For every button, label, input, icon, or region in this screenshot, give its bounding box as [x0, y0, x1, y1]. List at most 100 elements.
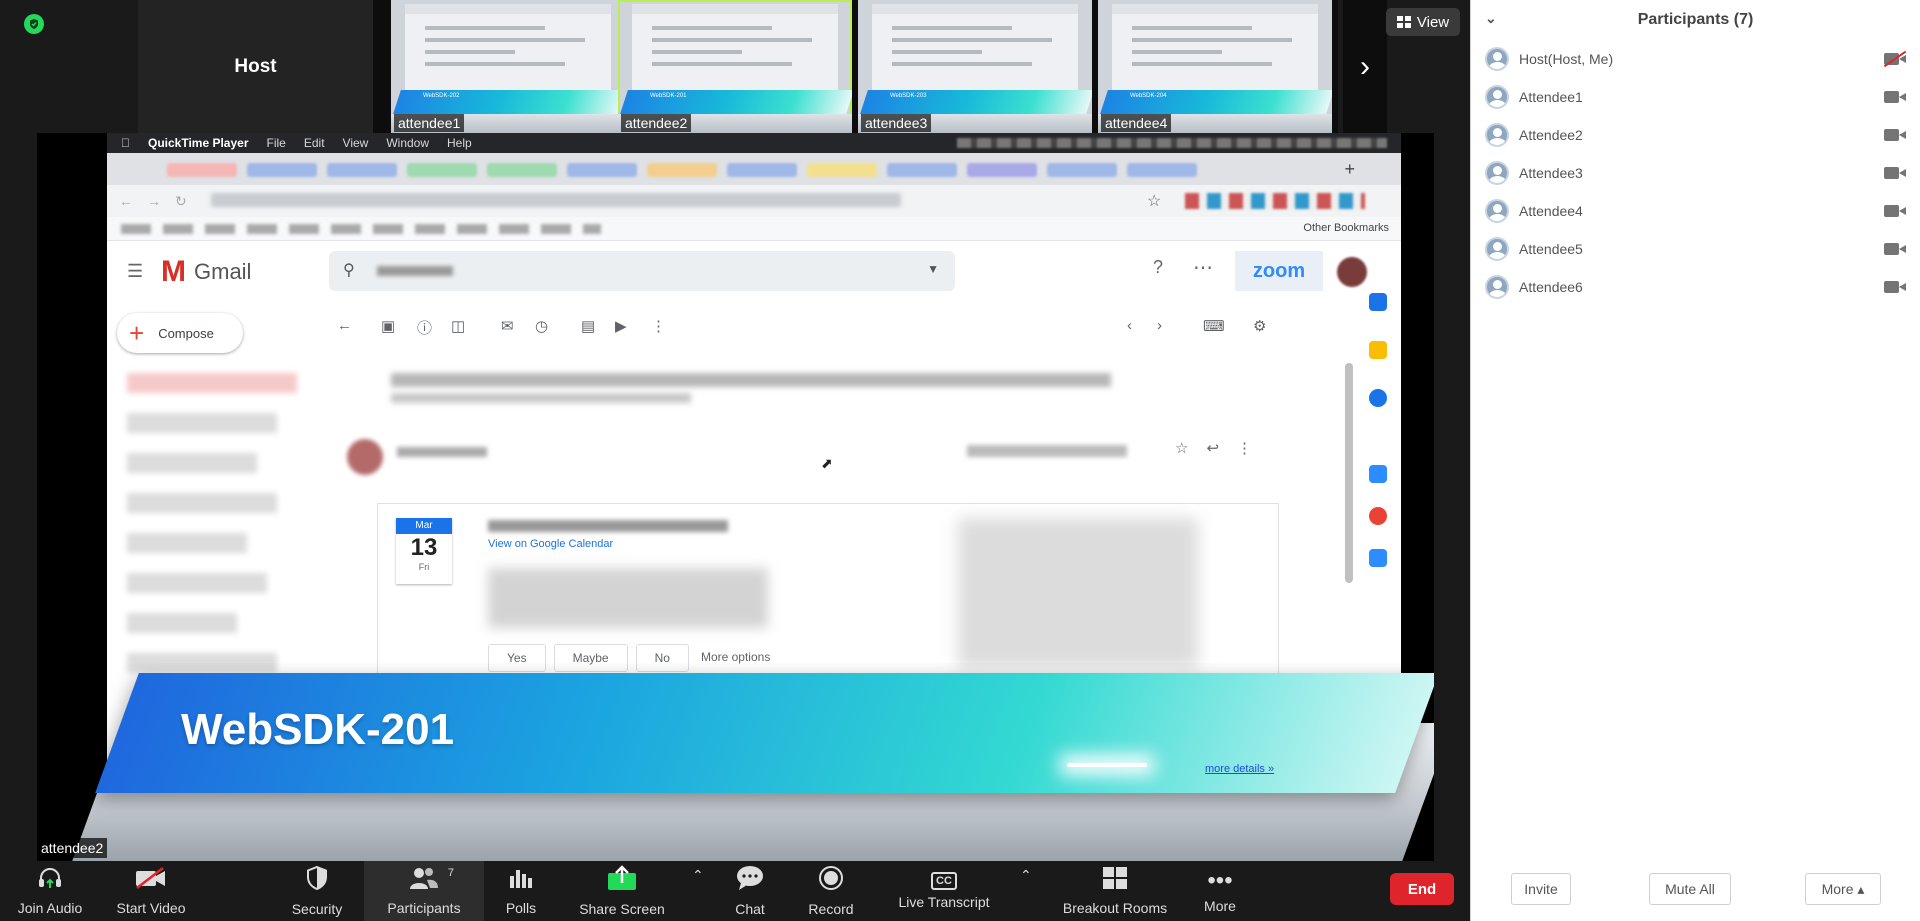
participant-name: Attendee6	[1519, 279, 1583, 295]
new-tab-plus-icon: +	[1344, 159, 1355, 179]
zoom2-addon-icon	[1369, 549, 1387, 567]
thumb-banner: WebSDK-202	[393, 90, 625, 114]
mac-menu-item: View	[333, 136, 369, 150]
url-blurred	[211, 193, 901, 207]
report-icon: ⓘ	[417, 320, 433, 337]
attendee-video-tile-active[interactable]: WebSDK-201 attendee2	[618, 0, 852, 133]
panel-more-button[interactable]: More ▴	[1805, 873, 1881, 905]
polls-bar-chart-icon	[508, 866, 534, 896]
back-arrow-icon: ←	[337, 317, 352, 334]
security-label: Security	[291, 901, 343, 917]
next-page-chevron-icon[interactable]: ›	[1343, 0, 1387, 133]
cal-day: 13	[410, 534, 438, 561]
participant-row[interactable]: Attendee3	[1471, 154, 1920, 192]
thumb-banner-text: WebSDK-202	[422, 93, 460, 99]
record-button[interactable]: Record	[806, 861, 856, 921]
end-meeting-button[interactable]: End	[1390, 873, 1454, 905]
participant-row[interactable]: Attendee5	[1471, 230, 1920, 268]
security-shield-icon	[305, 865, 329, 897]
chat-label: Chat	[735, 901, 765, 917]
share-screen-button[interactable]: Share Screen	[576, 861, 668, 921]
join-audio-button[interactable]: Join Audio	[12, 861, 88, 921]
participant-list: Host(Host, Me) Attendee1 Attendee2 Atten…	[1471, 40, 1920, 306]
move-icon: ▤	[581, 318, 596, 335]
settings-gear-icon: ⚙	[1253, 318, 1267, 335]
attendee-video-tile[interactable]: WebSDK-203 attendee3	[858, 0, 1092, 133]
archive-icon: ▣	[381, 318, 396, 335]
sender-blurred	[397, 447, 487, 457]
invite-details-blurred	[488, 568, 768, 628]
video-camera-icon	[1884, 128, 1906, 142]
collapse-chevron-icon[interactable]: ⌄	[1485, 10, 1497, 27]
browser-tabs: +	[107, 153, 1401, 185]
sender-avatar	[347, 439, 383, 475]
mark-unread-icon: ✉	[501, 318, 514, 335]
thumb-name-label: attendee2	[621, 114, 692, 132]
lower-third-banner: WebSDK-201 more details »	[37, 663, 1434, 861]
more-label: More	[1204, 898, 1236, 914]
share-options-caret-icon[interactable]: ⌃	[692, 867, 704, 884]
gmail-message-toolbar: ← ▣ ⓘ ◫ ✉ ◷ ▤ ▶ ⋮ ‹ › ⌨ ⚙	[337, 317, 1337, 341]
shared-screen:  QuickTime Player File Edit View Window…	[37, 133, 1434, 861]
participant-row[interactable]: Attendee1	[1471, 78, 1920, 116]
participant-row[interactable]: Attendee4	[1471, 192, 1920, 230]
record-label: Record	[808, 901, 854, 917]
host-video-tile[interactable]: Host	[138, 0, 373, 133]
live-transcript-label: Live Transcript	[898, 894, 990, 910]
subject-line2-blurred	[391, 393, 691, 403]
mac-app-name: QuickTime Player	[139, 136, 249, 150]
security-button[interactable]: Security	[284, 861, 350, 921]
start-video-button[interactable]: Start Video	[110, 861, 192, 921]
other-bookmarks: Other Bookmarks	[1303, 222, 1389, 234]
keep-addon-icon	[1369, 341, 1387, 359]
polls-button[interactable]: Polls	[498, 861, 544, 921]
chat-button[interactable]: Chat	[730, 861, 770, 921]
attendee-video-tile[interactable]: WebSDK-204 attendee4	[1098, 0, 1332, 133]
view-calendar-link: View on Google Calendar	[488, 538, 614, 550]
calendar-addon-icon	[1369, 293, 1387, 311]
video-off-icon	[134, 866, 168, 896]
panel-footer: Invite Mute All More ▴	[1471, 861, 1920, 921]
calendar-date-icon: Mar 13 Fri	[396, 518, 452, 584]
gmail-search: ⚲ ▼	[329, 251, 955, 291]
participant-row[interactable]: Host(Host, Me)	[1471, 40, 1920, 78]
avatar-icon	[1485, 275, 1509, 299]
panel-header: ⌄ Participants (7)	[1471, 0, 1920, 40]
cal-weekday: Fri	[418, 562, 430, 572]
asana-addon-icon	[1369, 507, 1387, 525]
attendee-video-tile[interactable]: WebSDK-202 attendee1	[391, 0, 625, 133]
chat-bubble-icon	[735, 865, 765, 897]
hamburger-menu-icon: ☰	[127, 261, 144, 281]
browser-nav-icons: ←→↻	[119, 193, 201, 209]
thumb-banner-text: WebSDK-204	[1129, 93, 1167, 99]
view-button[interactable]: View	[1386, 8, 1460, 36]
thumb-name-label: attendee1	[394, 114, 465, 132]
search-icon: ⚲	[343, 262, 355, 279]
encryption-shield-icon[interactable]	[24, 14, 44, 34]
thumb-screen	[872, 4, 1078, 90]
participant-row[interactable]: Attendee6	[1471, 268, 1920, 306]
extension-icons	[1185, 193, 1365, 209]
transcript-options-caret-icon[interactable]: ⌃	[1020, 867, 1032, 884]
participants-count-badge: 7	[447, 867, 454, 879]
more-button[interactable]: ••• More	[1200, 861, 1240, 921]
breakout-rooms-button[interactable]: Breakout Rooms	[1060, 861, 1170, 921]
live-transcript-button[interactable]: CC Live Transcript	[896, 861, 992, 921]
delete-icon: ◫	[451, 318, 466, 335]
join-audio-label: Join Audio	[17, 900, 83, 916]
gallery-grid-icon	[1396, 16, 1411, 28]
participant-name: Attendee4	[1519, 203, 1583, 219]
mute-all-button[interactable]: Mute All	[1649, 873, 1731, 905]
zoom-addon-icon	[1369, 465, 1387, 483]
compose-plus-icon: +	[129, 318, 145, 348]
bookmarks-blurred	[121, 224, 601, 234]
participants-button[interactable]: 7 Participants	[364, 861, 484, 921]
date-blurred	[967, 445, 1127, 457]
participants-label: Participants	[387, 900, 461, 916]
participant-row[interactable]: Attendee2	[1471, 116, 1920, 154]
share-screen-icon	[607, 865, 637, 897]
invite-button[interactable]: Invite	[1511, 873, 1571, 905]
gmail-avatar	[1337, 257, 1367, 287]
mac-status-area	[957, 138, 1387, 148]
share-screen-label: Share Screen	[579, 901, 665, 917]
